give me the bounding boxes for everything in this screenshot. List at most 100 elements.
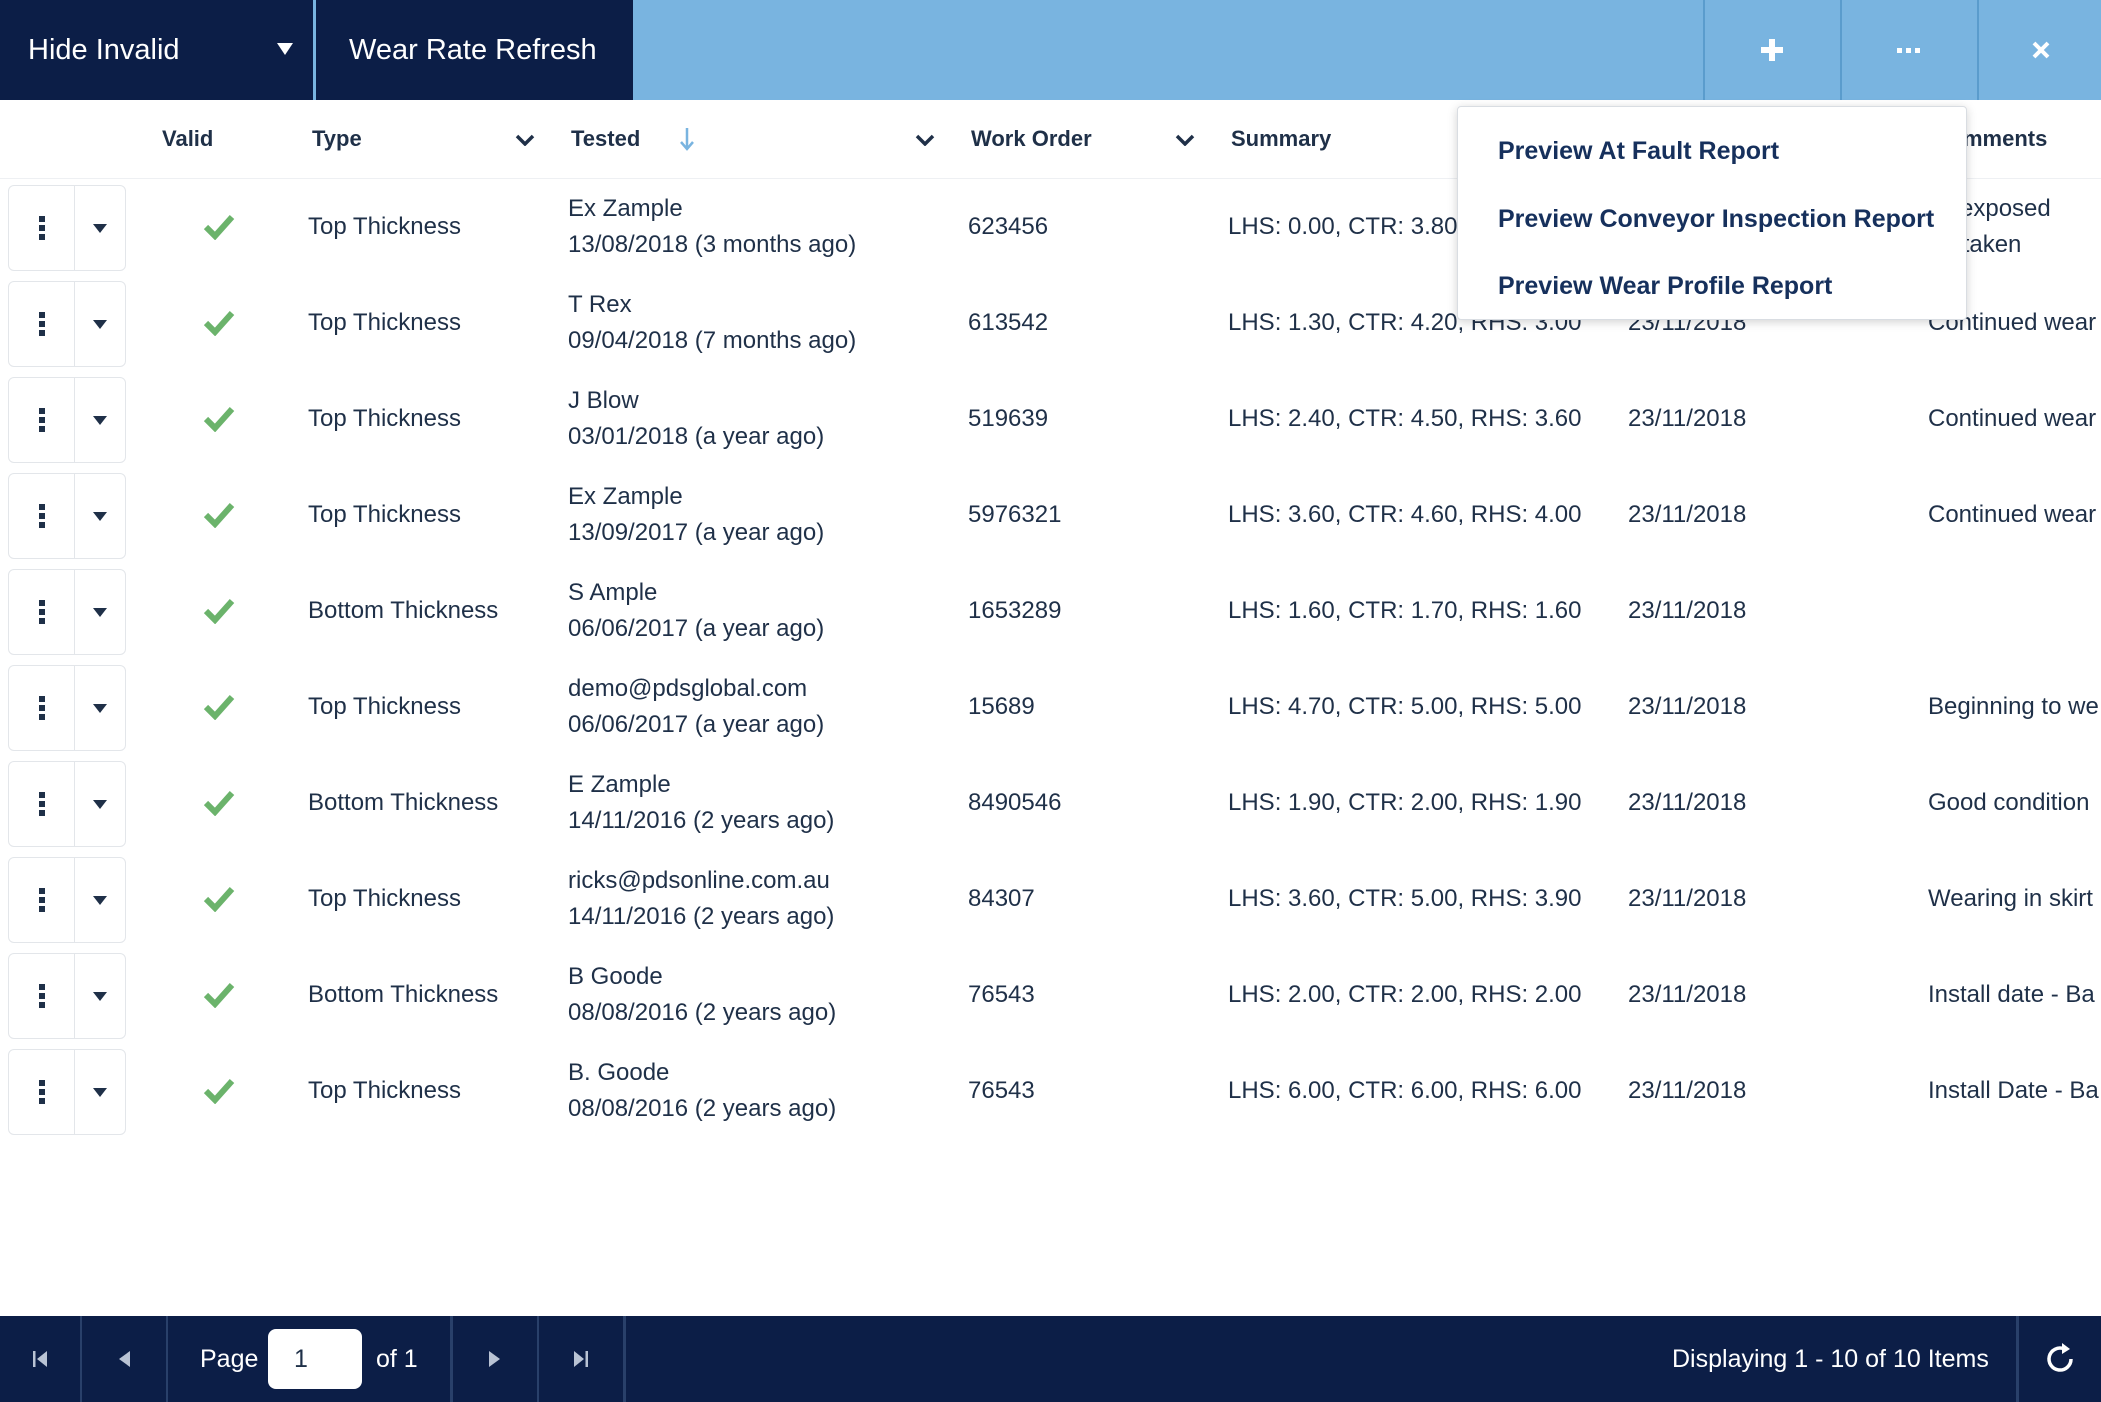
cell-type: Top Thickness: [308, 1077, 461, 1104]
row-action-group: [8, 857, 126, 943]
row-menu-button[interactable]: [9, 954, 74, 1038]
kebab-icon: [38, 216, 45, 240]
cell-work-order: 76543: [968, 981, 1035, 1008]
tested-date: 06/06/2017 (a year ago): [568, 615, 825, 642]
tested-date: 14/11/2016 (2 years ago): [568, 903, 835, 930]
row-dropdown-button[interactable]: [75, 762, 125, 846]
cell-work-order: 1653289: [968, 597, 1062, 624]
table-row[interactable]: Top Thickness J Blow 03/01/2018 (a year ag…: [0, 371, 2101, 467]
cell-work-order: 8490546: [968, 789, 1062, 816]
row-dropdown-button[interactable]: [75, 858, 125, 942]
row-menu-button[interactable]: [9, 570, 74, 654]
row-dropdown-button[interactable]: [75, 378, 125, 462]
tested-by: Ex Zample: [568, 483, 683, 510]
checkmark-icon: [203, 214, 235, 240]
caret-down-icon: [93, 895, 107, 905]
column-header-work-order[interactable]: Work Order: [971, 100, 1092, 178]
previous-page-button[interactable]: [82, 1316, 168, 1402]
cell-date: 23/11/2018: [1628, 405, 1747, 432]
cell-date: 23/11/2018: [1628, 885, 1747, 912]
close-button[interactable]: [1977, 0, 2101, 100]
menu-item-preview-at-fault-report[interactable]: Preview At Fault Report: [1498, 137, 1779, 166]
column-header-summary[interactable]: Summary: [1231, 100, 1331, 178]
cell-work-order: 623456: [968, 213, 1049, 240]
row-action-group: [8, 185, 126, 271]
row-action-group: [8, 665, 126, 751]
column-header-comments[interactable]: mments: [1963, 100, 2047, 178]
row-menu-button[interactable]: [9, 186, 74, 270]
chevron-down-icon[interactable]: [515, 134, 535, 146]
first-page-button[interactable]: [0, 1316, 82, 1402]
cell-type: Bottom Thickness: [308, 981, 499, 1008]
hide-invalid-dropdown[interactable]: Hide Invalid: [0, 0, 313, 100]
row-dropdown-button[interactable]: [75, 474, 125, 558]
last-page-button[interactable]: [539, 1316, 625, 1402]
row-dropdown-button[interactable]: [75, 1050, 125, 1134]
wear-rate-refresh-label: Wear Rate Refresh: [349, 33, 597, 66]
cell-date: 23/11/2018: [1628, 597, 1747, 624]
next-page-button[interactable]: [453, 1316, 539, 1402]
row-menu-button[interactable]: [9, 282, 74, 366]
cell-date: 23/11/2018: [1628, 981, 1747, 1008]
table-row[interactable]: Top Thickness Ex Zample 13/09/2017 (a year…: [0, 467, 2101, 563]
row-dropdown-button[interactable]: [75, 186, 125, 270]
cell-summary: LHS: 1.90, CTR: 2.00, RHS: 1.90: [1228, 789, 1582, 816]
cell-tested: S Ample 06/06/2017 (a year ago): [568, 575, 824, 647]
sort-descending-icon[interactable]: [678, 126, 696, 152]
row-action-group: [8, 761, 126, 847]
table-row[interactable]: Top Thickness ricks@pdsonline.com.au 14/11…: [0, 851, 2101, 947]
cell-work-order: 5976321: [968, 501, 1062, 528]
row-action-group: [8, 1049, 126, 1135]
row-menu-button[interactable]: [9, 858, 74, 942]
table-row[interactable]: Bottom Thickness S Ample 06/06/2017 (a yea…: [0, 563, 2101, 659]
cell-tested: ricks@pdsonline.com.au 14/11/2016 (2 year…: [568, 863, 834, 935]
cell-work-order: 519639: [968, 405, 1049, 432]
column-header-tested[interactable]: Tested: [571, 100, 640, 178]
more-options-button[interactable]: [1840, 0, 1976, 100]
column-header-type[interactable]: Type: [312, 100, 362, 178]
add-button[interactable]: [1703, 0, 1839, 100]
cell-type: Bottom Thickness: [308, 597, 499, 624]
cell-comments: Good condition: [1928, 789, 2090, 816]
row-dropdown-button[interactable]: [75, 954, 125, 1038]
row-menu-button[interactable]: [9, 378, 74, 462]
refresh-button[interactable]: [2019, 1316, 2101, 1402]
column-label-tested: Tested: [571, 126, 641, 151]
tested-by: demo@pdsglobal.com: [568, 675, 808, 702]
menu-item-preview-wear-profile-report[interactable]: Preview Wear Profile Report: [1498, 272, 1832, 301]
tested-by: B. Goode: [568, 1059, 670, 1086]
page-number-input[interactable]: [268, 1329, 362, 1389]
row-dropdown-button[interactable]: [75, 666, 125, 750]
chevron-down-icon[interactable]: [1175, 134, 1195, 146]
previous-page-icon: [119, 1351, 130, 1367]
table-row[interactable]: Bottom Thickness B Goode 08/08/2016 (2 yea…: [0, 947, 2101, 1043]
cell-comments: Install date - Ba: [1928, 981, 2095, 1008]
tested-by: T Rex: [568, 291, 632, 318]
column-header-valid[interactable]: Valid: [162, 100, 213, 178]
table-row[interactable]: Top Thickness B. Goode 08/08/2016 (2 years…: [0, 1043, 2101, 1139]
row-dropdown-button[interactable]: [75, 570, 125, 654]
caret-down-icon: [93, 799, 107, 809]
row-dropdown-button[interactable]: [75, 282, 125, 366]
tested-date: 06/06/2017 (a year ago): [568, 711, 825, 738]
cell-type: Bottom Thickness: [308, 789, 499, 816]
table-row[interactable]: Bottom Thickness E Zample 14/11/2016 (2 ye…: [0, 755, 2101, 851]
table-row[interactable]: Top Thickness demo@pdsglobal.com 06/06/201…: [0, 659, 2101, 755]
close-icon: [2032, 41, 2050, 59]
row-menu-button[interactable]: [9, 474, 74, 558]
menu-item-preview-conveyor-inspection-report[interactable]: Preview Conveyor Inspection Report: [1498, 205, 1934, 234]
cell-type: Top Thickness: [308, 885, 461, 912]
row-menu-button[interactable]: [9, 762, 74, 846]
wear-rate-refresh-button[interactable]: Wear Rate Refresh: [316, 0, 633, 100]
row-menu-button[interactable]: [9, 666, 74, 750]
row-menu-button[interactable]: [9, 1050, 74, 1134]
cell-summary: LHS: 4.70, CTR: 5.00, RHS: 5.00: [1228, 693, 1582, 720]
kebab-icon: [38, 312, 45, 336]
caret-down-icon: [93, 319, 107, 329]
chevron-down-icon[interactable]: [915, 134, 935, 146]
cell-comments: Continued wear: [1928, 405, 2097, 432]
hide-invalid-label: Hide Invalid: [28, 33, 180, 66]
tested-by: E Zample: [568, 771, 671, 798]
tested-by: J Blow: [568, 387, 639, 414]
tested-date: 14/11/2016 (2 years ago): [568, 807, 835, 834]
